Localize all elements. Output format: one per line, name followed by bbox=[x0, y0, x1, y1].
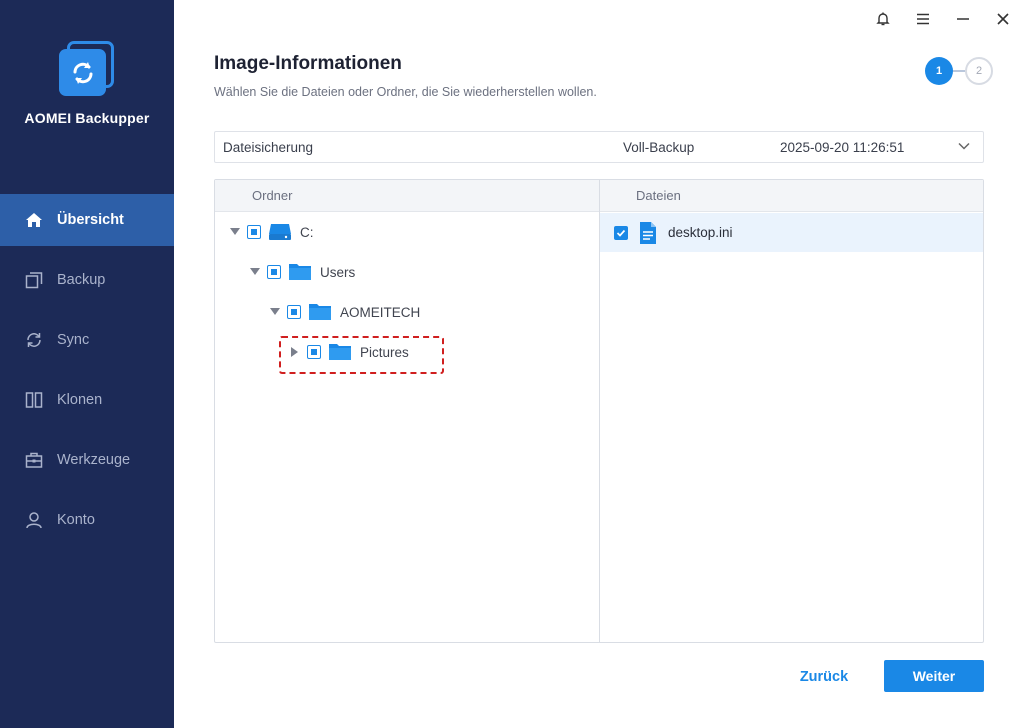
user-icon bbox=[24, 510, 44, 530]
sidebar-item-label: Konto bbox=[57, 512, 95, 528]
partial-checkbox[interactable] bbox=[247, 225, 261, 239]
step-indicator: 1 2 bbox=[925, 57, 995, 85]
back-button[interactable]: Zurück bbox=[786, 661, 862, 693]
step-1: 1 bbox=[925, 57, 953, 85]
folder-tree-panel: Ordner C: Users AOMEITECH Pictures bbox=[215, 180, 600, 642]
tree-node-aomeitech[interactable]: AOMEITECH bbox=[269, 300, 420, 324]
file-list-panel: Dateien desktop.ini bbox=[600, 180, 983, 642]
step-2: 2 bbox=[965, 57, 993, 85]
step-connector bbox=[953, 70, 965, 72]
tree-node-users[interactable]: Users bbox=[249, 260, 355, 284]
next-button[interactable]: Weiter bbox=[884, 660, 984, 692]
sidebar-item-label: Werkzeuge bbox=[57, 452, 131, 468]
restore-selection-panels: Ordner C: Users AOMEITECH Pictures Datei… bbox=[214, 179, 984, 643]
sidebar-item-clone[interactable]: Klonen bbox=[0, 374, 174, 426]
sidebar-item-label: Übersicht bbox=[57, 212, 124, 228]
partial-checkbox[interactable] bbox=[267, 265, 281, 279]
sidebar-item-label: Sync bbox=[57, 332, 90, 348]
tree-node-pictures[interactable]: Pictures bbox=[289, 340, 409, 364]
sidebar-item-overview[interactable]: Übersicht bbox=[0, 194, 174, 246]
folder-icon bbox=[289, 264, 311, 280]
sidebar-nav: Übersicht Backup Sync Klonen Werkzeuge K… bbox=[0, 194, 174, 554]
files-column-header: Dateien bbox=[600, 180, 983, 212]
backup-name: Dateisicherung bbox=[223, 140, 314, 155]
expand-arrow-icon[interactable] bbox=[249, 266, 261, 278]
home-icon bbox=[24, 210, 44, 230]
close-icon[interactable] bbox=[991, 8, 1015, 30]
expand-arrow-icon[interactable] bbox=[229, 226, 241, 238]
collapsed-arrow-icon[interactable] bbox=[289, 346, 301, 358]
tree-node-label: C: bbox=[300, 224, 314, 240]
chevron-down-icon[interactable] bbox=[957, 139, 971, 156]
tree-node-label: Users bbox=[320, 264, 356, 280]
backup-icon bbox=[24, 270, 44, 290]
minimize-icon[interactable] bbox=[951, 8, 975, 30]
clone-icon bbox=[24, 390, 44, 410]
tree-node-label: AOMEITECH bbox=[340, 304, 421, 320]
toolbox-icon bbox=[24, 450, 44, 470]
app-name: AOMEI Backupper bbox=[24, 110, 150, 126]
partial-checkbox[interactable] bbox=[307, 345, 321, 359]
partial-checkbox[interactable] bbox=[287, 305, 301, 319]
sidebar: AOMEI Backupper Übersicht Backup Sync Kl… bbox=[0, 0, 174, 728]
sidebar-item-label: Klonen bbox=[57, 392, 103, 408]
expand-arrow-icon[interactable] bbox=[269, 306, 281, 318]
folder-icon bbox=[329, 344, 351, 360]
page-subtitle: Wählen Sie die Dateien oder Ordner, die … bbox=[214, 85, 597, 99]
page-title: Image-Informationen bbox=[214, 53, 402, 74]
tree-node-drive-c[interactable]: C: bbox=[229, 220, 314, 244]
sidebar-item-account[interactable]: Konto bbox=[0, 494, 174, 546]
menu-icon[interactable] bbox=[911, 8, 935, 30]
folder-icon bbox=[309, 304, 331, 320]
sidebar-item-backup[interactable]: Backup bbox=[0, 254, 174, 306]
folder-column-header: Ordner bbox=[215, 180, 599, 212]
backup-timestamp: 2025-09-20 11:26:51 bbox=[780, 140, 905, 155]
file-name: desktop.ini bbox=[668, 225, 733, 240]
app-logo-icon bbox=[59, 41, 115, 97]
sidebar-item-label: Backup bbox=[57, 272, 106, 288]
checked-checkbox[interactable] bbox=[614, 225, 628, 240]
sidebar-item-sync[interactable]: Sync bbox=[0, 314, 174, 366]
file-icon bbox=[640, 221, 656, 244]
backup-type: Voll-Backup bbox=[623, 140, 695, 155]
notification-bell-icon[interactable] bbox=[871, 8, 895, 30]
sidebar-item-tools[interactable]: Werkzeuge bbox=[0, 434, 174, 486]
drive-icon bbox=[269, 224, 291, 240]
tree-node-label: Pictures bbox=[360, 344, 409, 360]
sync-icon bbox=[24, 330, 44, 350]
file-row-desktop-ini[interactable]: desktop.ini bbox=[600, 213, 983, 252]
backup-version-dropdown[interactable]: Dateisicherung Voll-Backup 2025-09-20 11… bbox=[214, 131, 984, 163]
